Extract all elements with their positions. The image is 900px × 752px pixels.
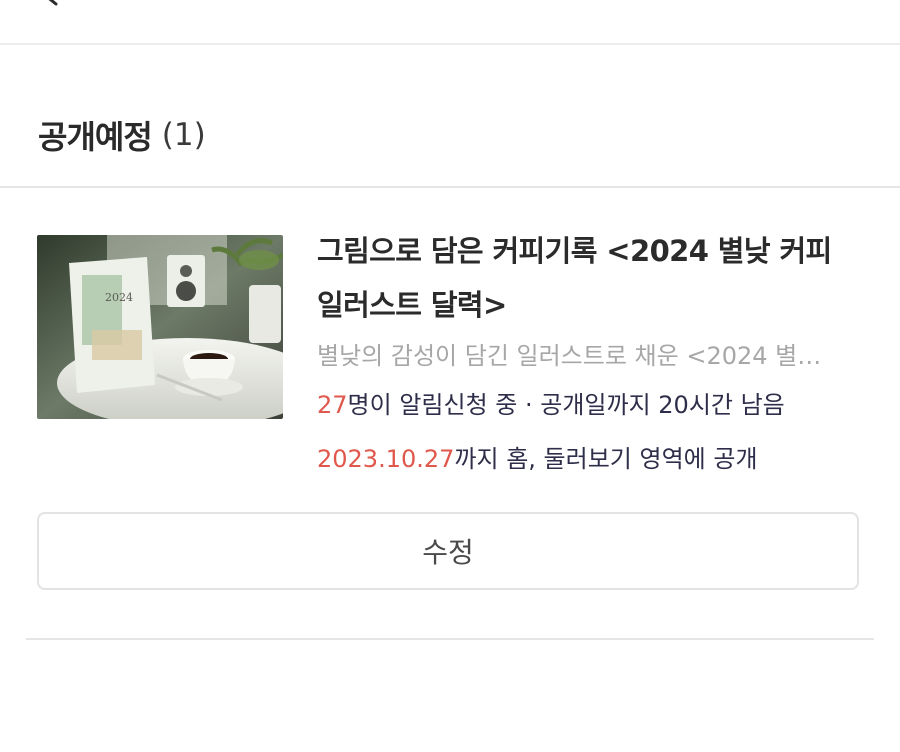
section-count: (1) bbox=[161, 117, 206, 153]
top-bar bbox=[0, 0, 900, 45]
section-title: 공개예정 bbox=[38, 118, 153, 156]
post-title[interactable]: 그림으로 담은 커피기록 <2024 별낮 커피 일러스트 달력> bbox=[317, 224, 857, 332]
publish-meta: 2023.10.27까지 홈, 둘러보기 영역에 공개 bbox=[317, 442, 857, 476]
subscriber-meta: 27명이 알림신청 중 · 공개일까지 20시간 남음 bbox=[317, 388, 857, 422]
publish-date: 2023.10.27 bbox=[317, 445, 455, 473]
upcoming-posts-page: 공개예정 (1) 2024 그림으로 담은 커피기록 <2024 별낮 커피 일… bbox=[0, 0, 900, 752]
back-arrow-icon[interactable] bbox=[44, 0, 68, 6]
post-description: 별낮의 감성이 담긴 일러스트로 채운 <2024 별… bbox=[317, 342, 822, 370]
edit-button[interactable]: 수정 bbox=[37, 512, 859, 590]
post-info: 그림으로 담은 커피기록 <2024 별낮 커피 일러스트 달력> 별낮의 감성… bbox=[317, 224, 857, 476]
bottom-divider bbox=[26, 638, 874, 640]
subscriber-status-text: 명이 알림신청 중 · 공개일까지 20시간 남음 bbox=[347, 391, 785, 419]
post-thumbnail[interactable]: 2024 bbox=[37, 235, 283, 419]
subscriber-count: 27 bbox=[317, 391, 348, 419]
upcoming-post-card: 2024 그림으로 담은 커피기록 <2024 별낮 커피 일러스트 달력> 별… bbox=[0, 188, 900, 640]
publish-status-text: 까지 홈, 둘러보기 영역에 공개 bbox=[454, 445, 758, 473]
svg-text:2024: 2024 bbox=[105, 291, 133, 304]
section-header: 공개예정 (1) bbox=[38, 112, 206, 158]
